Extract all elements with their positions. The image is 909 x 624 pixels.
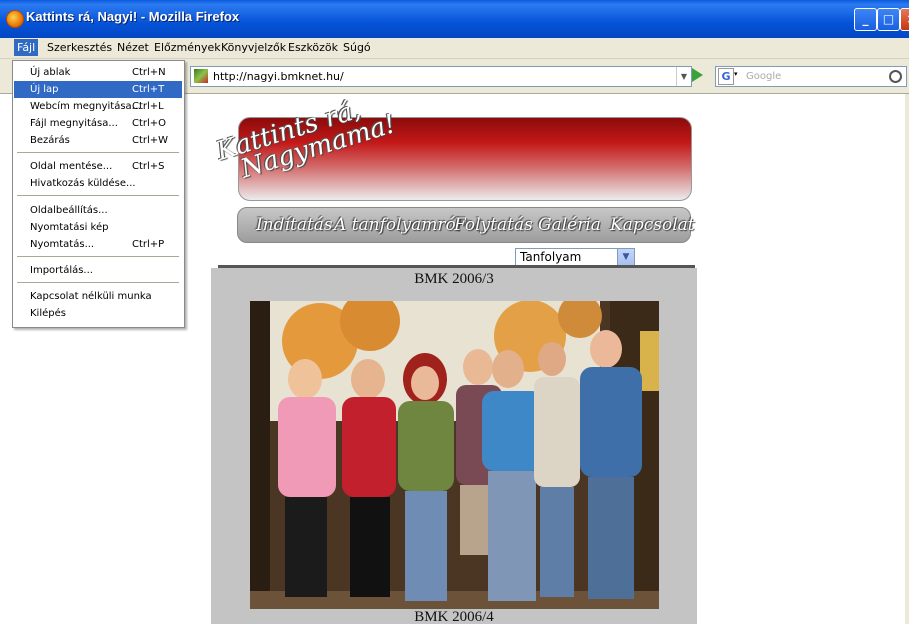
menu-item-new-tab[interactable]: Új lap Ctrl+T [14, 81, 182, 98]
menu-help[interactable]: Súgó [343, 41, 371, 54]
menu-item-send-link[interactable]: Hivatkozás küldése... [14, 175, 182, 192]
nav-link-continue[interactable]: Folytatás [454, 215, 533, 235]
group-photo-image [250, 301, 659, 609]
site-nav: Indítatás A tanfolyamról Folytatás Galér… [237, 207, 695, 243]
chevron-down-icon[interactable]: ▼ [617, 249, 634, 266]
menu-separator [17, 195, 179, 196]
nav-link-course[interactable]: A tanfolyamról [334, 215, 461, 235]
menu-separator [17, 256, 179, 257]
menu-item-save-page[interactable]: Oldal mentése... Ctrl+S [14, 158, 182, 175]
menu-separator [17, 152, 179, 153]
menu-item-page-setup[interactable]: Oldalbeállítás... [14, 202, 182, 219]
right-scroll-edge[interactable] [905, 94, 909, 624]
menu-bar: Fájl Szerkesztés Nézet Előzmények Könyvj… [0, 38, 909, 96]
menu-bookmarks[interactable]: Könyvjelzők [221, 41, 286, 54]
caption-bottom: BMK 2006/4 [414, 609, 494, 624]
url-bar[interactable]: http://nagyi.bmknet.hu/ ▼ [190, 66, 692, 87]
search-box[interactable]: G ▾ Google [715, 66, 907, 87]
window-title: Kattints rá, Nagyi! - Mozilla Firefox [26, 9, 240, 24]
caption-top: BMK 2006/3 [414, 271, 494, 287]
menu-history[interactable]: Előzmények [154, 41, 221, 54]
url-dropdown-icon[interactable]: ▼ [676, 67, 691, 86]
search-icon[interactable] [889, 70, 902, 83]
site-favicon-icon [194, 69, 208, 83]
menu-view[interactable]: Nézet [117, 41, 149, 54]
maximize-button[interactable]: □ [877, 8, 900, 31]
engine-dropdown-icon[interactable]: ▾ [734, 70, 738, 78]
close-button[interactable]: × [900, 8, 909, 31]
menu-item-open-location[interactable]: Webcím megnyitása... Ctrl+L [14, 98, 182, 115]
menu-tools[interactable]: Eszközök [288, 41, 338, 54]
window-titlebar[interactable]: Kattints rá, Nagyi! - Mozilla Firefox _ … [0, 0, 909, 38]
menu-item-open-file[interactable]: Fájl megnyitása... Ctrl+O [14, 115, 182, 132]
menu-item-exit[interactable]: Kilépés [14, 305, 182, 322]
menu-separator [17, 282, 179, 283]
menu-item-import[interactable]: Importálás... [14, 262, 182, 279]
minimize-button[interactable]: _ [854, 8, 877, 31]
menu-item-work-offline[interactable]: Kapcsolat nélküli munka [14, 288, 182, 305]
menu-item-new-window[interactable]: Új ablak Ctrl+N [14, 64, 182, 81]
course-select-value: Tanfolyam [520, 250, 582, 264]
firefox-icon [6, 10, 24, 28]
group-photo[interactable] [250, 301, 659, 609]
nav-link-contact[interactable]: Kapcsolat [610, 215, 695, 235]
file-menu-dropdown: Új ablak Ctrl+N Új lap Ctrl+T Webcím megny… [12, 60, 185, 328]
search-placeholder: Google [746, 71, 782, 82]
url-text[interactable]: http://nagyi.bmknet.hu/ [213, 70, 344, 83]
gallery-panel: BMK 2006/3 BMK 2006/4 [211, 268, 697, 624]
google-engine-icon[interactable]: G [718, 68, 734, 85]
menu-item-print[interactable]: Nyomtatás... Ctrl+P [14, 236, 182, 253]
go-arrow-icon[interactable] [692, 68, 703, 82]
menu-item-print-preview[interactable]: Nyomtatási kép [14, 219, 182, 236]
nav-link-start[interactable]: Indítatás [256, 215, 333, 235]
menu-file[interactable]: Fájl [14, 39, 39, 56]
menu-edit[interactable]: Szerkesztés [47, 41, 112, 54]
menu-item-close[interactable]: Bezárás Ctrl+W [14, 132, 182, 149]
nav-link-gallery[interactable]: Galéria [538, 215, 601, 235]
